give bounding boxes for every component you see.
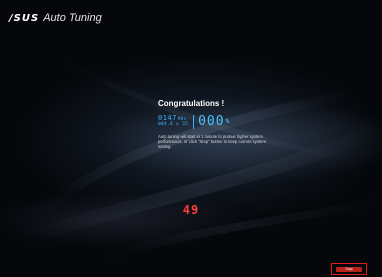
readout-divider xyxy=(193,114,195,129)
congratulations-heading: Congratulations ! xyxy=(158,99,225,108)
tuning-result-panel: Congratulations ! 0147MHz 004.8 x 35 000… xyxy=(158,99,298,149)
countdown-timer: 49 xyxy=(182,203,200,217)
cpu-frequency-unit: MHz xyxy=(177,116,187,121)
multiplier-value: 004.8 x 35 xyxy=(158,122,189,127)
performance-percent: 000 xyxy=(198,114,225,129)
tuning-description: Auto tuning will start in 1 minute to pu… xyxy=(158,134,266,149)
frequency-readout: 0147MHz 004.8 x 35 xyxy=(158,115,188,128)
stop-button-highlight: Stop xyxy=(331,263,367,275)
asus-logo: /SUS xyxy=(9,13,40,24)
cpu-frequency: 0147MHz xyxy=(158,115,188,122)
app-title: Auto Tuning xyxy=(43,12,102,24)
percent-sign: % xyxy=(225,118,230,125)
stop-button[interactable]: Stop xyxy=(336,267,362,272)
auto-tuning-screen: /SUS Auto Tuning Congratulations ! 0147M… xyxy=(0,0,382,277)
cpu-frequency-value: 0147 xyxy=(158,114,177,122)
performance-readout: 0147MHz 004.8 x 35 000 % xyxy=(158,114,298,129)
brand-header: /SUS Auto Tuning xyxy=(9,12,102,24)
